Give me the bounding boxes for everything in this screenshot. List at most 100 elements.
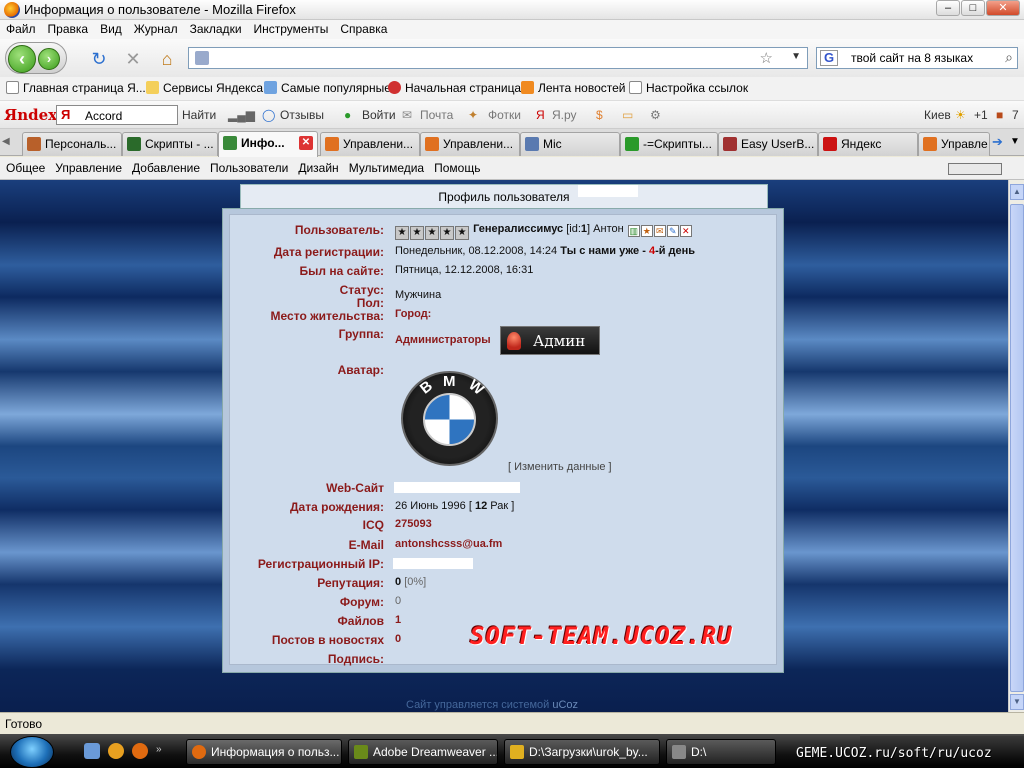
url-dropdown-icon[interactable]: ▼ (791, 51, 801, 62)
label-residence: Место жительства: (270, 309, 384, 323)
tab-scroll-left-icon[interactable]: ◀ (2, 136, 10, 147)
reload-icon[interactable]: ↻ (88, 48, 110, 70)
tab-management-1[interactable]: Управлени... (320, 132, 420, 156)
bookmark-item[interactable]: Лента новостей (521, 81, 626, 95)
taskbar-item[interactable]: D:\ (666, 739, 776, 765)
group-value[interactable]: Администраторы (395, 334, 491, 346)
bookmark-item[interactable]: Сервисы Яндекса (146, 81, 263, 95)
avatar: B M W (401, 371, 498, 466)
tab-list-icon[interactable]: ▼ (1010, 136, 1020, 147)
rank-star-icon: ★ (410, 226, 424, 240)
edit-profile-link[interactable]: [ Изменить данные ] (508, 461, 612, 473)
tab-info[interactable]: Инфо... ✕ (218, 131, 318, 157)
menu-tools[interactable]: Инструменты (248, 20, 335, 39)
search-box[interactable]: G твой сайт на 8 языках ⌕ (816, 47, 1018, 69)
search-engine-icon[interactable]: G (820, 50, 838, 66)
menu-view[interactable]: Вид (94, 20, 128, 39)
back-button[interactable]: ‹ (8, 45, 36, 73)
minimize-button[interactable]: – (936, 0, 960, 16)
scroll-up-icon[interactable]: ▲ (1010, 184, 1024, 200)
site-menu-management[interactable]: Управление (49, 157, 126, 180)
tab-management-3[interactable]: Управле (918, 132, 990, 156)
site-menu-design[interactable]: Дизайн (292, 157, 342, 180)
email-value[interactable]: antonshcsss@ua.fm (395, 538, 502, 550)
message-icon[interactable]: ✉ (653, 225, 666, 237)
tab-yandex[interactable]: Яндекс (818, 132, 918, 156)
folder-icon (510, 745, 524, 759)
site-menu-users[interactable]: Пользователи (204, 157, 292, 180)
taskbar-item[interactable]: Adobe Dreamweaver ... (348, 739, 498, 765)
user-rank: Генералиссимус (473, 223, 564, 235)
files-value[interactable]: 1 (395, 614, 401, 626)
quicklaunch-icon[interactable] (108, 743, 124, 759)
stats-icon[interactable]: ▥ (627, 225, 640, 237)
site-menu-multimedia[interactable]: Мультимедиа (343, 157, 428, 180)
news-posts-value[interactable]: 0 (395, 633, 401, 645)
yandex-find-button[interactable]: Найти (182, 108, 216, 122)
taskbar-item[interactable]: D:\Загрузки\urok_by... (504, 739, 660, 765)
tab-close-icon[interactable]: ✕ (299, 136, 313, 150)
yandex-photos-button[interactable]: Фотки (488, 108, 521, 122)
bookmark-item[interactable]: Настройка ссылок (629, 81, 748, 95)
stop-icon[interactable]: ✕ (122, 48, 144, 70)
bookmark-star-icon[interactable]: ☆ (760, 49, 773, 67)
tab-mic[interactable]: Mic (520, 132, 620, 156)
bookmark-item[interactable]: Начальная страница (388, 81, 521, 95)
user-id-prefix: [id: (566, 223, 581, 235)
tab-management-2[interactable]: Управлени... (420, 132, 520, 156)
label-user: Пользователь: (294, 223, 384, 237)
taskbar-item[interactable]: Информация о польз... (186, 739, 342, 765)
bookmark-item[interactable]: Главная страница Я... (6, 81, 146, 95)
quicklaunch-icon[interactable] (84, 743, 100, 759)
search-input[interactable]: твой сайт на 8 языках (851, 51, 973, 65)
dreamweaver-icon (354, 745, 368, 759)
close-button[interactable]: ✕ (986, 0, 1020, 16)
signal-icon[interactable]: ▂▄▆ (228, 108, 255, 122)
icq-value[interactable]: 275093 (395, 518, 432, 530)
yandex-yaru-button[interactable]: Я.ру (552, 108, 577, 122)
yandex-mail-button[interactable]: Почта (420, 108, 453, 122)
maximize-button[interactable]: □ (961, 0, 985, 16)
menu-history[interactable]: Журнал (128, 20, 184, 39)
vertical-scrollbar[interactable]: ▲ ▼ (1008, 180, 1024, 712)
scroll-thumb[interactable] (1010, 204, 1024, 692)
search-icon[interactable]: ⌕ (1005, 49, 1013, 66)
yandex-logo[interactable]: Яndex (4, 106, 57, 124)
firefox-icon (4, 2, 20, 18)
tab-scroll-right-icon[interactable]: ➔ (992, 134, 1003, 150)
bookmark-item[interactable]: Самые популярные (264, 81, 391, 95)
admin-badge-label: Админ (533, 332, 586, 350)
tab-easy-userbar[interactable]: Easy UserB... (718, 132, 818, 156)
delete-icon[interactable]: ✕ (679, 225, 692, 237)
yandex-reviews-button[interactable]: Отзывы (280, 108, 324, 122)
label-email: E-Mail (348, 538, 384, 552)
url-bar[interactable]: ☆ ▼ (188, 47, 808, 69)
forward-button[interactable]: › (38, 48, 60, 70)
toolbar-extra-icon[interactable]: $ (596, 108, 603, 122)
site-menu-help[interactable]: Помощь (428, 157, 484, 180)
edit-icon[interactable]: ✎ (666, 225, 679, 237)
weather-city[interactable]: Киев (924, 108, 951, 122)
site-menu-general[interactable]: Общее (0, 157, 49, 180)
start-button[interactable] (10, 736, 54, 768)
panel-slider[interactable] (948, 163, 1002, 175)
menu-file[interactable]: Файл (0, 20, 42, 39)
toolbar-extra-icon[interactable]: ▭ (622, 108, 633, 122)
tab-personal[interactable]: Персональ... (22, 132, 122, 156)
yandex-search-field[interactable]: Я Accord (56, 105, 178, 125)
home-icon[interactable]: ⌂ (156, 48, 178, 70)
quicklaunch-more-icon[interactable]: » (156, 744, 162, 755)
tab-scripts[interactable]: Скрипты - ... (122, 132, 218, 156)
scroll-down-icon[interactable]: ▼ (1010, 694, 1024, 710)
site-menu-add[interactable]: Добавление (126, 157, 204, 180)
menu-help[interactable]: Справка (334, 20, 393, 39)
menu-bookmarks[interactable]: Закладки (184, 20, 248, 39)
footer-brand-link[interactable]: uCoz (552, 699, 578, 711)
quicklaunch-icon[interactable] (132, 743, 148, 759)
toolbar-extra-icon[interactable]: ⚙ (650, 108, 661, 122)
menu-edit[interactable]: Правка (42, 20, 95, 39)
tab-scripts-2[interactable]: -=Скрипты... (620, 132, 718, 156)
label-avatar: Аватар: (337, 363, 384, 377)
rating-icon[interactable]: ★ (640, 225, 653, 237)
yandex-login-button[interactable]: Войти (362, 108, 396, 122)
